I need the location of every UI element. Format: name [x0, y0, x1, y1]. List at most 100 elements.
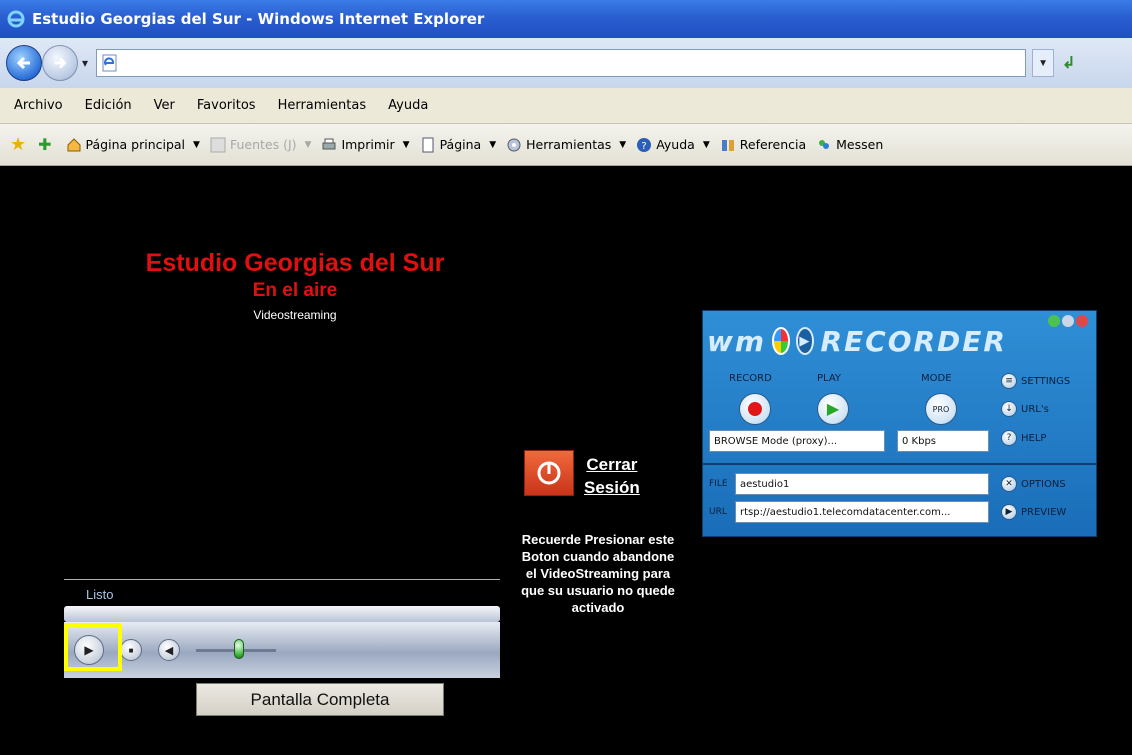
menu-edicion[interactable]: Edición — [85, 98, 132, 113]
logout-line1: Cerrar — [586, 455, 638, 474]
forward-arrow-icon — [54, 57, 67, 69]
page-button[interactable]: Página ▼ — [420, 137, 496, 153]
settings-button[interactable]: ≡ SETTINGS — [1001, 373, 1070, 389]
recorder-play-logo-icon: ▶ — [796, 327, 815, 355]
page-icon — [102, 54, 117, 72]
recorder-play-button[interactable]: ▶ — [817, 393, 849, 425]
home-icon — [67, 137, 81, 151]
volume-slider-handle[interactable] — [234, 639, 244, 659]
tools-label: Herramientas — [526, 137, 612, 152]
preview-button[interactable]: ▶ PREVIEW — [1001, 504, 1066, 520]
stop-icon: ■ — [128, 645, 134, 655]
power-icon — [537, 461, 561, 485]
settings-label: SETTINGS — [1021, 375, 1071, 387]
preview-label: PREVIEW — [1021, 506, 1067, 518]
address-dropdown-button[interactable]: ▼ — [1032, 49, 1055, 77]
player-controls: ▶ ■ ◀ — [64, 622, 500, 678]
back-button[interactable] — [6, 45, 42, 81]
player-status: Listo — [86, 587, 114, 602]
add-favorite-icon[interactable]: ✚ — [38, 135, 51, 154]
menu-ver[interactable]: Ver — [154, 98, 175, 113]
play-triangle-icon: ▶ — [826, 401, 840, 418]
page-menu-icon — [422, 137, 434, 152]
svg-text:?: ? — [642, 141, 647, 152]
menu-bar: Archivo Edición Ver Favoritos Herramient… — [0, 88, 1132, 124]
menu-herramientas[interactable]: Herramientas — [278, 98, 367, 113]
mode-pro-button[interactable]: PRO — [925, 393, 957, 425]
url-input[interactable]: rtsp://aestudio1.telecomdatacenter.com..… — [735, 501, 989, 523]
research-label: Referencia — [739, 137, 807, 152]
urls-icon: ↓ — [1001, 401, 1017, 417]
internet-explorer-icon — [7, 10, 25, 28]
messenger-icon — [819, 139, 830, 149]
logout-link[interactable]: Cerrar Sesión — [584, 453, 640, 499]
options-label: OPTIONS — [1021, 478, 1066, 490]
refresh-icon[interactable]: ↲ — [1062, 53, 1075, 73]
page-content: Estudio Georgias del Sur En el aire Vide… — [0, 166, 1132, 755]
seek-bar[interactable] — [64, 606, 500, 622]
logout-line2: Sesión — [584, 478, 640, 497]
url-label: URL — [709, 507, 727, 517]
feeds-icon — [210, 137, 226, 152]
page-caption: Videostreaming — [253, 308, 337, 322]
address-field[interactable] — [96, 49, 1027, 77]
mode-pro-label: PRO — [932, 404, 950, 414]
chevron-down-icon[interactable]: ▼ — [305, 140, 312, 150]
mode-label: MODE — [921, 373, 952, 384]
menu-ayuda[interactable]: Ayuda — [388, 98, 428, 113]
play-button-highlight — [64, 623, 122, 671]
record-button[interactable] — [739, 393, 771, 425]
urls-button[interactable]: ↓ URL's — [1001, 401, 1049, 417]
stop-button[interactable]: ■ — [120, 639, 142, 661]
mute-button[interactable]: ◀ — [158, 639, 180, 661]
address-toolbar: ▾ ▼ ↲ — [0, 38, 1132, 88]
chevron-down-icon[interactable]: ▼ — [403, 140, 410, 150]
logout-icon-button[interactable] — [524, 450, 574, 496]
gear-icon — [507, 138, 521, 151]
preview-icon: ▶ — [1001, 504, 1017, 520]
menu-favoritos[interactable]: Favoritos — [197, 98, 256, 113]
research-button[interactable]: Referencia — [720, 137, 806, 153]
speaker-icon: ◀ — [164, 644, 174, 657]
forward-button[interactable] — [42, 45, 78, 81]
favorites-star-icon[interactable]: ★ — [10, 134, 26, 155]
record-label: RECORD — [729, 373, 772, 384]
printer-icon — [322, 138, 336, 149]
recorder-window-buttons — [1048, 315, 1088, 327]
feeds-button[interactable]: Fuentes (J) ▼ — [210, 137, 311, 153]
close-icon[interactable] — [1076, 315, 1088, 327]
speed-field: 0 Kbps — [897, 430, 989, 452]
chevron-down-icon[interactable]: ▼ — [619, 140, 626, 150]
menu-archivo[interactable]: Archivo — [14, 98, 63, 113]
chevron-down-icon[interactable]: ▼ — [193, 140, 200, 150]
recorder-help-button[interactable]: ? HELP — [1001, 430, 1046, 446]
options-button[interactable]: ✕ OPTIONS — [1001, 476, 1066, 492]
minimize-icon[interactable] — [1062, 315, 1074, 327]
recorder-green-icon[interactable] — [1048, 315, 1060, 327]
feeds-label: Fuentes (J) — [229, 137, 297, 152]
fullscreen-button[interactable]: Pantalla Completa — [196, 683, 444, 716]
wm-recorder-panel: wm ▶ RECORDER RECORD PLAY MODE ▶ PRO ≡ S… — [702, 310, 1097, 537]
player-top-divider — [64, 579, 500, 580]
recorder-help-label: HELP — [1021, 432, 1047, 444]
file-input[interactable]: aestudio1 — [735, 473, 989, 495]
home-label: Página principal — [85, 137, 186, 152]
logout-reminder: Recuerde Presionar este Boton cuando aba… — [521, 532, 675, 615]
recorder-logo: wm ▶ RECORDER — [707, 319, 1007, 363]
help-button[interactable]: ? Ayuda ▼ — [636, 137, 710, 153]
browse-mode-field[interactable]: BROWSE Mode (proxy)... — [709, 430, 885, 452]
tools-button[interactable]: Herramientas ▼ — [506, 137, 626, 153]
window-title-bar: Estudio Georgias del Sur - Windows Inter… — [0, 0, 1132, 38]
settings-icon: ≡ — [1001, 373, 1017, 389]
messenger-label: Messen — [836, 137, 884, 152]
home-button[interactable]: Página principal ▼ — [66, 137, 200, 153]
chevron-down-icon[interactable]: ▼ — [489, 140, 496, 150]
play-label: PLAY — [817, 373, 842, 384]
recent-pages-dropdown-icon[interactable]: ▾ — [82, 56, 88, 70]
print-button[interactable]: Imprimir ▼ — [321, 137, 410, 153]
urls-label: URL's — [1021, 403, 1049, 415]
chevron-down-icon[interactable]: ▼ — [703, 140, 710, 150]
messenger-button[interactable]: Messen — [816, 137, 883, 153]
recorder-divider — [703, 463, 1096, 465]
back-arrow-icon — [16, 56, 30, 70]
